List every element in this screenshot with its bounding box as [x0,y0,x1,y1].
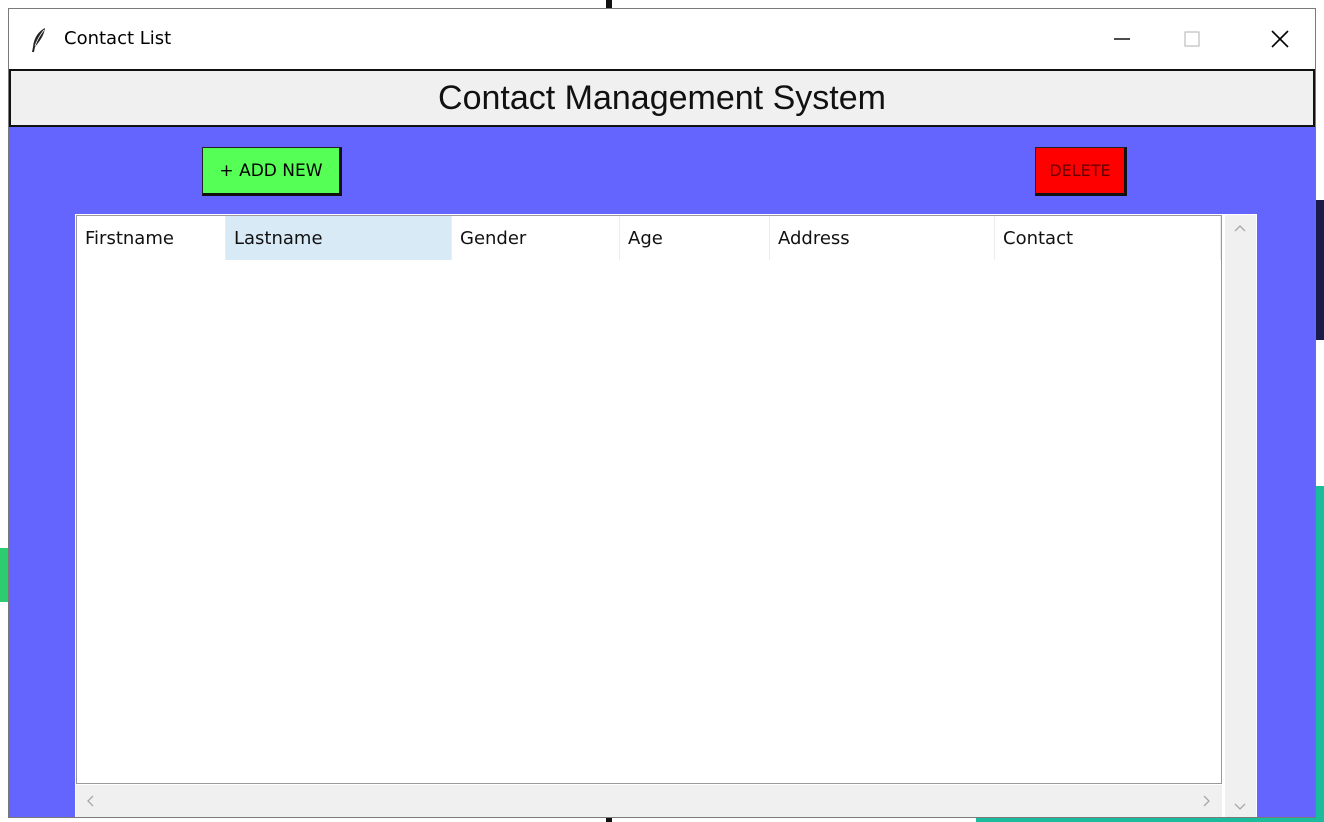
page-title: Contact Management System [438,78,886,117]
minimize-icon [1114,38,1130,40]
column-header-lastname[interactable]: Lastname [226,216,452,260]
contacts-table-container: Firstname Lastname Gender Age Address Co… [75,214,1257,817]
close-icon [1271,30,1289,48]
scroll-down-icon[interactable] [1234,800,1246,816]
column-header-gender[interactable]: Gender [452,216,620,260]
horizontal-scrollbar[interactable] [76,785,1222,817]
minimize-button[interactable] [1082,9,1162,69]
delete-button[interactable]: DELETE [1035,147,1127,196]
vertical-scrollbar[interactable] [1225,215,1256,817]
table-header: Firstname Lastname Gender Age Address Co… [77,216,1221,260]
table-body [77,260,1221,783]
window-title: Contact List [64,28,172,49]
add-new-button[interactable]: + ADD NEW [202,147,342,196]
feather-icon [29,27,49,53]
column-header-address[interactable]: Address [770,216,995,260]
maximize-icon [1184,31,1200,47]
background-accent-left [0,548,8,602]
scroll-right-icon[interactable] [1202,795,1212,811]
close-button[interactable] [1240,9,1315,69]
background-accent-right-2 [1316,486,1324,816]
app-window: Contact List Contact Management System +… [8,8,1316,818]
background-accent-right [1316,200,1324,340]
scroll-up-icon[interactable] [1234,221,1246,237]
scroll-left-icon[interactable] [85,795,95,811]
title-bar[interactable]: Contact List [9,9,1315,69]
column-header-age[interactable]: Age [620,216,770,260]
background-strip-top [606,0,612,8]
header-band: Contact Management System [9,69,1315,127]
maximize-button[interactable] [1152,9,1232,69]
column-header-firstname[interactable]: Firstname [77,216,226,260]
column-header-contact[interactable]: Contact [995,216,1221,260]
contacts-table[interactable]: Firstname Lastname Gender Age Address Co… [76,215,1222,784]
